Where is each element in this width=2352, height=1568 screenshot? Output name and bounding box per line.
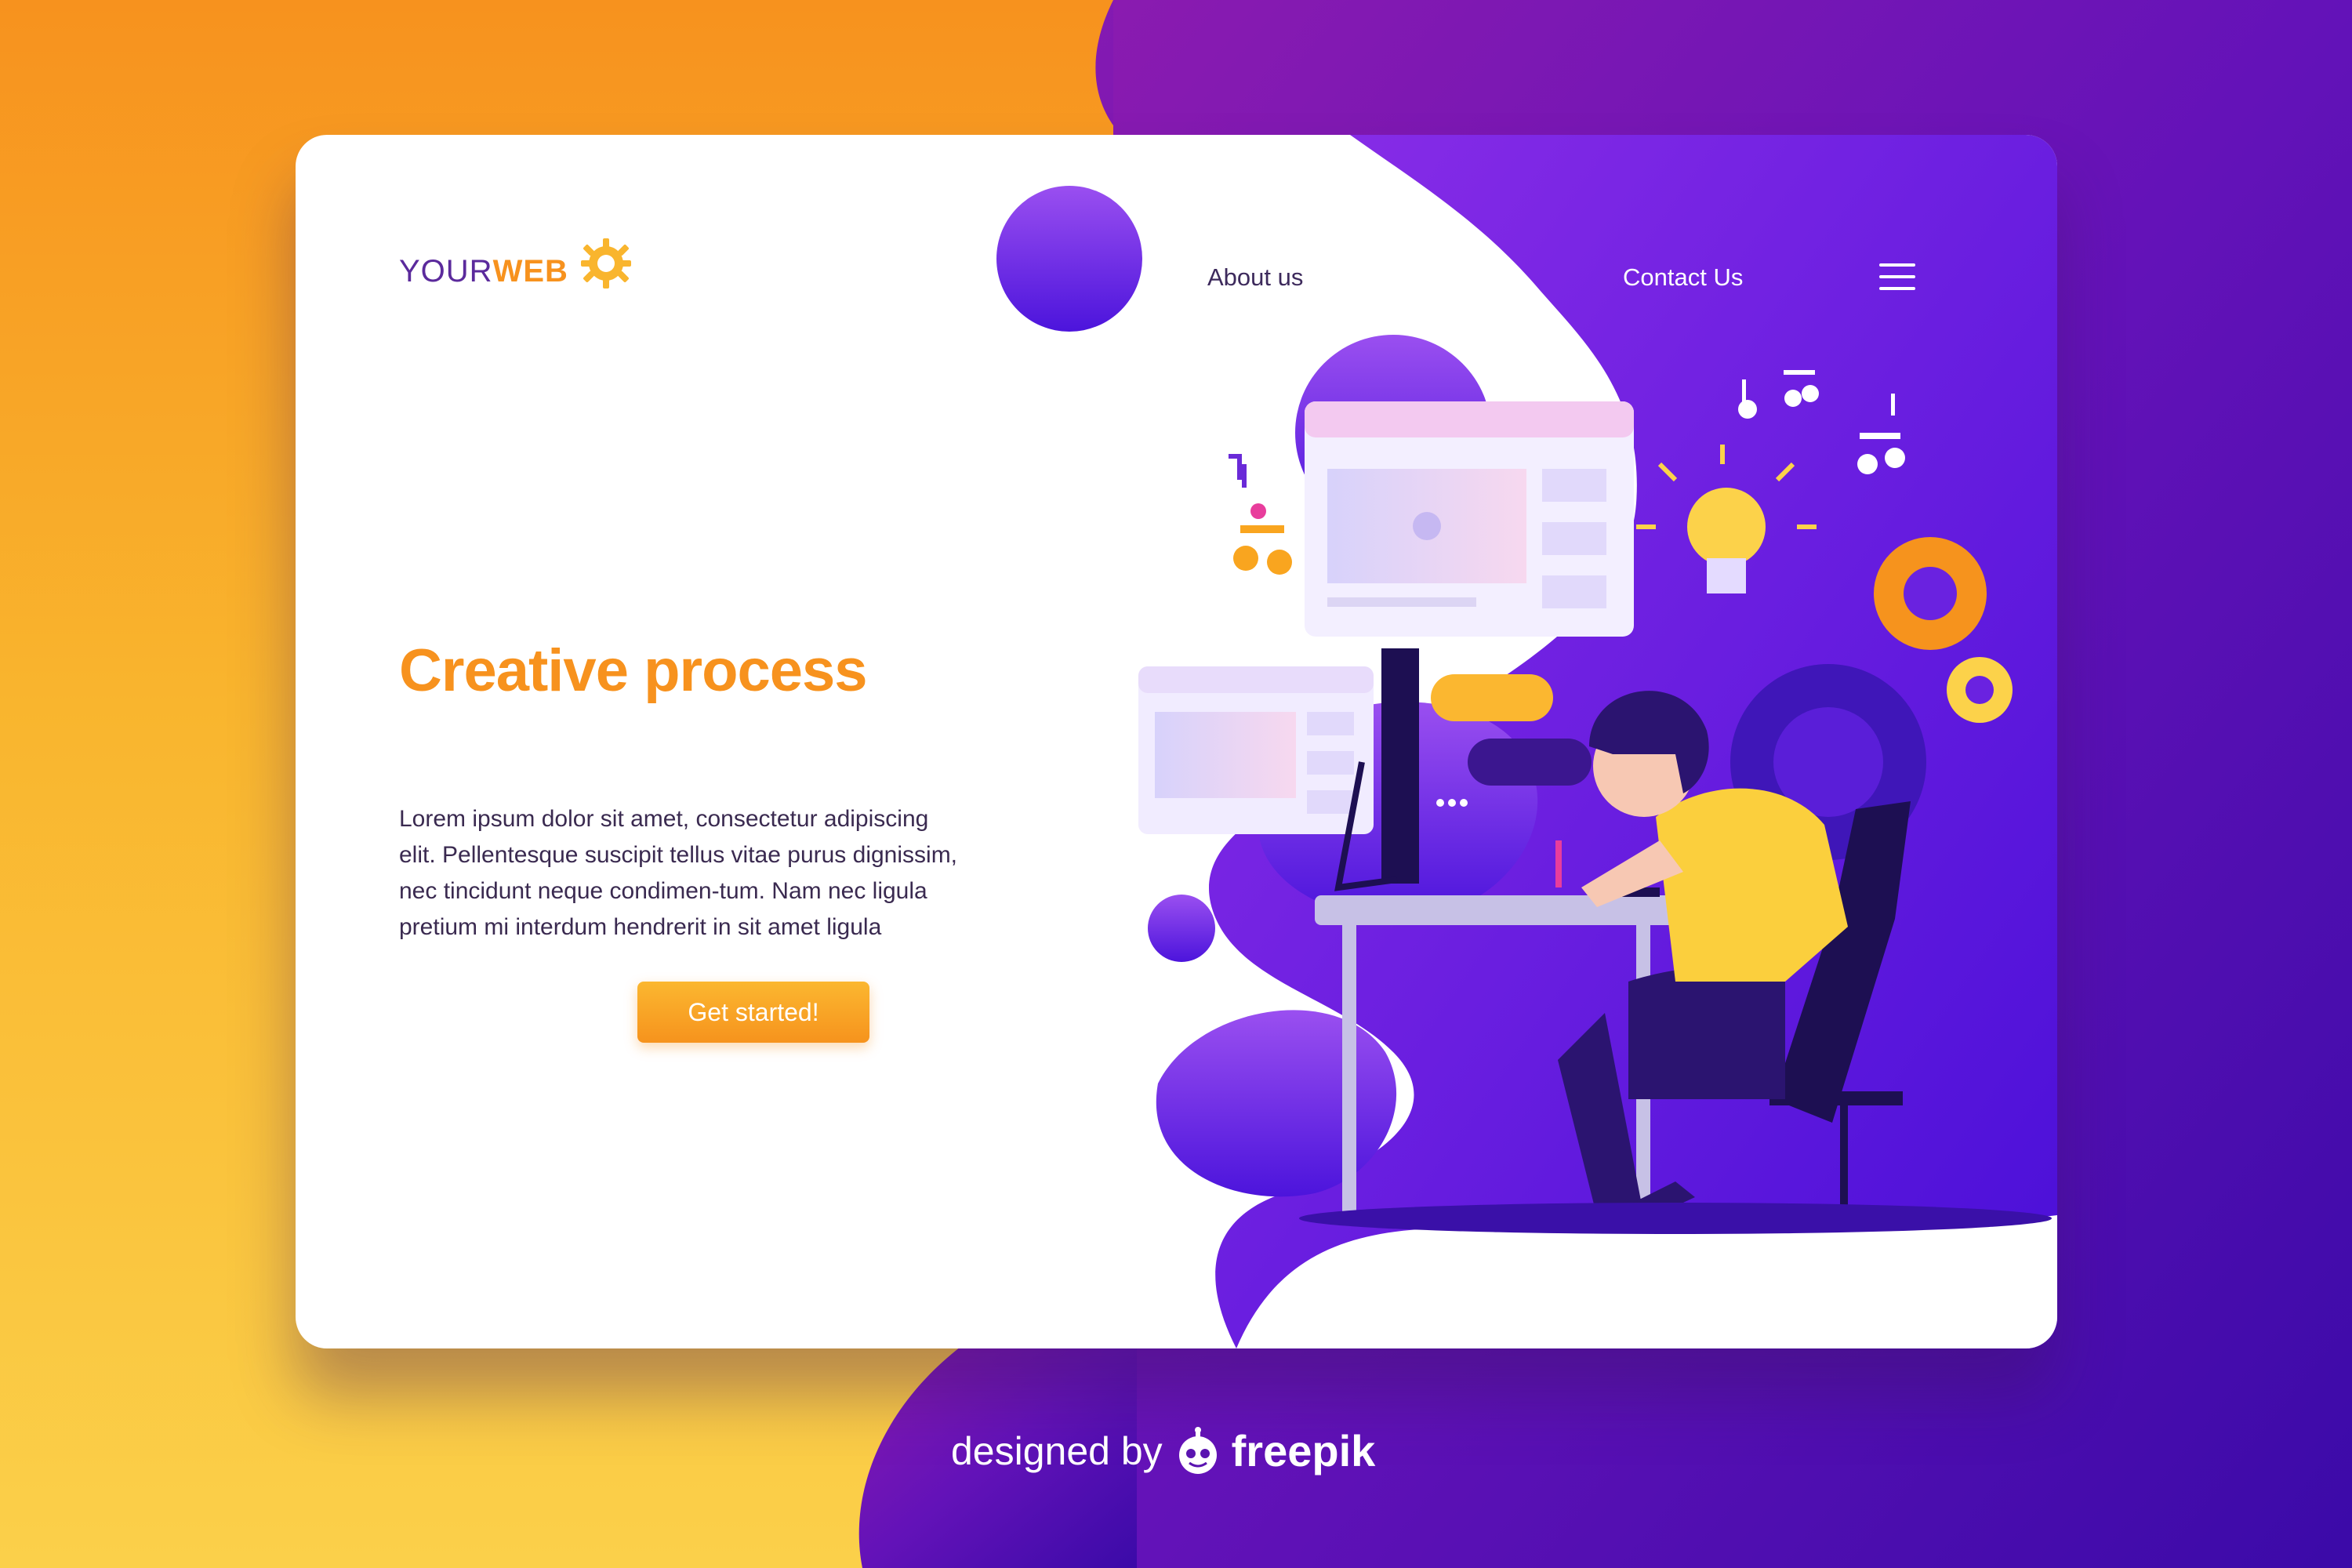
hamburger-icon[interactable] [1879, 263, 1915, 292]
freepik-logo-icon [1178, 1426, 1217, 1474]
nav-portfolio[interactable]: Portfolio [1421, 263, 1511, 292]
nav-contact-us[interactable]: Contact Us [1623, 263, 1743, 292]
freepik-credit[interactable]: designed by freepik [951, 1425, 1375, 1476]
hero-body-text: Lorem ipsum dolor sit amet, consectetur … [399, 806, 958, 940]
gear-icon-yellow [1947, 657, 2013, 723]
decor-circle-small [1148, 895, 1215, 962]
gear-icon-orange [1874, 537, 1987, 650]
nav-about-us[interactable]: About us [1207, 263, 1303, 292]
hero-illustration [996, 135, 2057, 1348]
hero-title: Creative process [399, 637, 868, 704]
main-nav: About us Portfolio Contact Us [296, 263, 2057, 310]
landing-card: YOURWEB About us Portfolio Contact Us Cr… [296, 135, 2057, 1348]
ui-window-large [1305, 401, 1634, 637]
get-started-button[interactable]: Get started! [637, 982, 869, 1043]
ui-window-small [1138, 666, 1374, 834]
credit-text: designed by [951, 1428, 1163, 1473]
credit-brand: freepik [1231, 1426, 1376, 1475]
